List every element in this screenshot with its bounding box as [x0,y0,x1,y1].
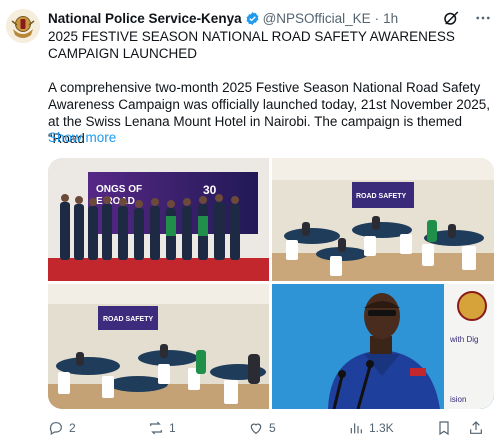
reply-button[interactable]: 2 [48,420,76,436]
reply-count: 2 [69,421,76,435]
room-banner-text: ROAD SAFETY [356,193,407,200]
reply-icon [49,422,62,436]
photo-grid: ONGS OF E ROAD 30 ROAD SAFETY ROAD SAFET… [48,158,494,409]
banner-text-2: E ROAD [96,196,135,207]
views-button[interactable]: 1.3K [348,420,394,436]
photo-group-stage[interactable]: ONGS OF E ROAD 30 [48,158,269,281]
photo-conference-room-2[interactable]: ROAD SAFETY [48,284,269,409]
police-crest-logo [6,9,40,43]
author-handle[interactable]: @NPSOfficial_KE [263,11,371,26]
repost-count: 1 [169,421,176,435]
grok-icon[interactable] [442,9,460,27]
bookmark-button[interactable] [436,420,452,436]
officer-speaking-image: with Dig ision [272,284,494,409]
photo-officer-speaking[interactable]: with Dig ision [272,284,494,409]
room-banner-text-2: ROAD SAFETY [103,316,154,323]
author-name[interactable]: National Police Service-Kenya [48,11,242,26]
share-icon [470,421,482,434]
like-button[interactable]: 5 [248,420,276,436]
photo-conference-room[interactable]: ROAD SAFETY [272,158,494,281]
like-icon [250,423,262,435]
views-icon [350,423,362,434]
side-banner-text: with Dig [449,335,478,344]
post-time[interactable]: 1h [383,11,398,26]
show-more-link[interactable]: Show more [48,130,116,145]
share-button[interactable] [468,420,484,436]
conference-room-image: ROAD SAFETY [272,158,494,281]
banner-number: 30 [203,183,217,197]
repost-icon [150,421,162,435]
repost-button[interactable]: 1 [148,420,176,436]
conference-room-2-image: ROAD SAFETY [48,284,269,409]
more-icon[interactable] [474,9,492,27]
avatar[interactable] [6,9,40,43]
banner-text-1: ONGS OF [96,184,142,195]
group-stage-image: ONGS OF E ROAD 30 [48,158,269,281]
separator-dot: · [374,10,380,26]
bookmark-icon [439,421,449,436]
side-banner-text-2: ision [450,395,466,404]
like-count: 5 [269,421,276,435]
post-title: 2025 FESTIVE SEASON NATIONAL ROAD SAFETY… [48,29,455,61]
action-bar: 2 1 5 1.3K [48,418,490,438]
post-header: National Police Service-Kenya @NPSOffici… [48,9,492,27]
verified-badge-icon [246,11,259,25]
views-count: 1.3K [369,421,394,435]
